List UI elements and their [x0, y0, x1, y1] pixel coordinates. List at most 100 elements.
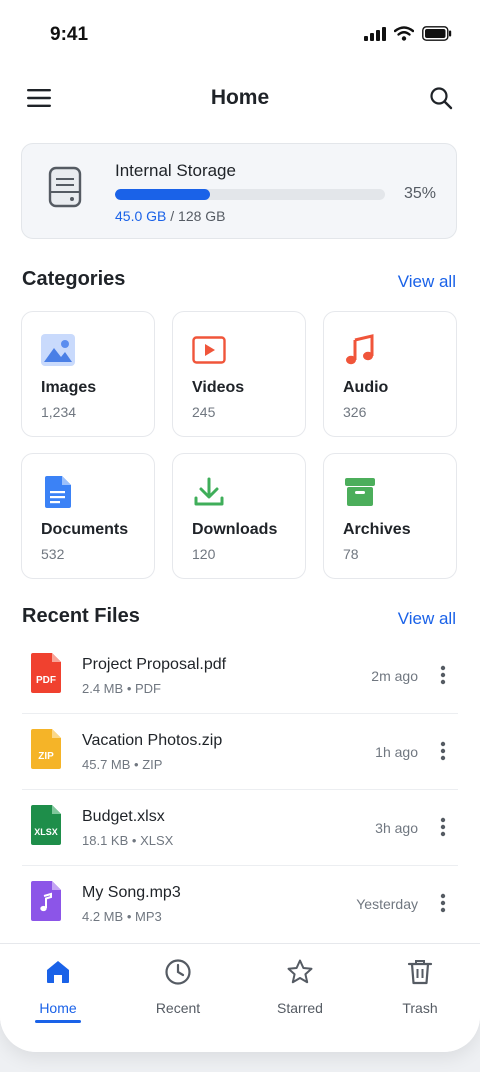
category-documents[interactable]: Documents 532 — [21, 453, 155, 579]
storage-progress-bar — [115, 189, 385, 200]
category-name: Documents — [41, 521, 129, 538]
storage-progress-fill — [115, 189, 210, 200]
storage-percent: 35% — [403, 185, 436, 202]
category-count: 532 — [41, 546, 65, 562]
file-modified: 1h ago — [375, 744, 418, 760]
more-vertical-icon — [440, 817, 446, 837]
nav-item-recent[interactable]: Recent — [128, 956, 228, 1016]
zip-file-icon: ZIP — [31, 729, 61, 769]
file-modified: Yesterday — [356, 896, 418, 912]
status-time: 9:41 — [50, 24, 89, 45]
status-icons — [364, 26, 452, 41]
search-icon — [430, 87, 453, 110]
storage-used: 45.0 GB — [115, 208, 167, 224]
more-options-button[interactable] — [432, 890, 454, 916]
video-icon — [192, 336, 226, 364]
storage-usage: 45.0 GB / 128 GB — [115, 208, 226, 224]
file-name: Budget.xlsx — [82, 808, 165, 825]
nav-label: Starred — [277, 1000, 323, 1016]
nav-item-trash[interactable]: Trash — [370, 956, 470, 1016]
more-vertical-icon — [440, 893, 446, 913]
meta-separator: • — [126, 681, 132, 696]
list-item[interactable]: ZIP Vacation Photos.zip 45.7 MB • ZIP 1h… — [22, 714, 458, 790]
category-name: Audio — [343, 379, 389, 396]
file-type: PDF — [135, 681, 161, 696]
phone-screen: 9:41 Home Internal Storage 35% 45.0 GB /… — [0, 0, 480, 1052]
bottom-navigation: Home Recent Starred Trash — [0, 943, 480, 1052]
category-name: Archives — [343, 521, 411, 538]
nav-label: Trash — [402, 1000, 438, 1016]
more-vertical-icon — [440, 741, 446, 761]
recent-files-list: PDF Project Proposal.pdf 2.4 MB • PDF 2m… — [0, 638, 480, 942]
recent-files-title: Recent Files — [22, 605, 140, 627]
download-icon — [194, 477, 224, 506]
nav-item-home[interactable]: Home — [8, 956, 108, 1016]
file-badge: PDF — [36, 675, 56, 686]
category-grid: Images 1,234 Videos 245 Audio 326 Docume… — [21, 311, 457, 579]
nav-label: Recent — [155, 1000, 201, 1016]
storage-separator: / — [170, 208, 175, 224]
file-size: 2.4 MB — [82, 681, 124, 696]
file-name: Project Proposal.pdf — [82, 656, 227, 673]
file-type: XLSX — [140, 833, 174, 848]
meta-separator: • — [134, 757, 139, 772]
file-size: 18.1 KB — [82, 833, 129, 848]
list-item[interactable]: PDF Project Proposal.pdf 2.4 MB • PDF 2m… — [22, 638, 458, 714]
storage-label: Internal Storage — [115, 161, 236, 180]
category-count: 78 — [343, 546, 359, 562]
file-modified: 3h ago — [375, 820, 418, 836]
file-type: ZIP — [142, 757, 163, 772]
signal-icon — [364, 26, 386, 41]
categories-title: Categories — [22, 268, 126, 290]
nav-label: Home — [39, 1000, 77, 1016]
nav-item-starred[interactable]: Starred — [250, 956, 350, 1016]
status-bar: 9:41 — [0, 0, 480, 70]
audio-file-icon — [31, 881, 61, 921]
hard-drive-icon — [48, 166, 82, 208]
category-count: 245 — [192, 404, 216, 420]
category-downloads[interactable]: Downloads 120 — [172, 453, 306, 579]
music-note-icon — [346, 334, 374, 365]
image-icon — [41, 334, 75, 366]
document-icon — [45, 476, 71, 508]
file-meta: 4.2 MB • MP3 — [82, 909, 162, 924]
spreadsheet-file-icon: XLSX — [31, 805, 61, 845]
file-name: Vacation Photos.zip — [82, 732, 223, 749]
category-images[interactable]: Images 1,234 — [21, 311, 155, 437]
list-item[interactable]: My Song.mp3 4.2 MB • MP3 Yesterday — [22, 866, 458, 942]
wifi-icon — [394, 26, 414, 41]
storage-total: 128 GB — [178, 208, 226, 224]
pdf-file-icon: PDF — [31, 653, 61, 693]
more-options-button[interactable] — [432, 814, 454, 840]
file-modified: 2m ago — [371, 668, 418, 684]
recent-files-view-all-link[interactable]: View all — [398, 609, 456, 629]
category-name: Downloads — [192, 521, 278, 538]
category-count: 120 — [192, 546, 216, 562]
file-meta: 45.7 MB • ZIP — [82, 757, 162, 772]
category-videos[interactable]: Videos 245 — [172, 311, 306, 437]
category-count: 1,234 — [41, 404, 77, 420]
category-name: Videos — [192, 379, 245, 396]
home-icon — [47, 961, 69, 983]
file-size: 4.2 MB — [82, 909, 124, 924]
file-name: My Song.mp3 — [82, 884, 181, 901]
category-name: Images — [41, 379, 97, 396]
archive-icon — [345, 478, 375, 506]
storage-card[interactable]: Internal Storage 35% 45.0 GB / 128 GB — [21, 143, 457, 239]
trash-icon — [407, 960, 433, 985]
list-item[interactable]: XLSX Budget.xlsx 18.1 KB • XLSX 3h ago — [22, 790, 458, 866]
file-badge: ZIP — [38, 751, 54, 762]
file-size: 45.7 MB — [82, 757, 131, 772]
categories-view-all-link[interactable]: View all — [398, 272, 456, 292]
search-button[interactable] — [424, 82, 458, 114]
more-options-button[interactable] — [432, 738, 454, 764]
file-meta: 18.1 KB • XLSX — [82, 833, 173, 848]
category-count: 326 — [343, 404, 367, 420]
clock-icon — [165, 959, 191, 985]
file-badge: XLSX — [34, 827, 58, 837]
category-audio[interactable]: Audio 326 — [323, 311, 457, 437]
category-archives[interactable]: Archives 78 — [323, 453, 457, 579]
more-options-button[interactable] — [432, 662, 454, 688]
battery-icon — [422, 26, 452, 41]
file-meta: 2.4 MB • PDF — [82, 681, 161, 696]
